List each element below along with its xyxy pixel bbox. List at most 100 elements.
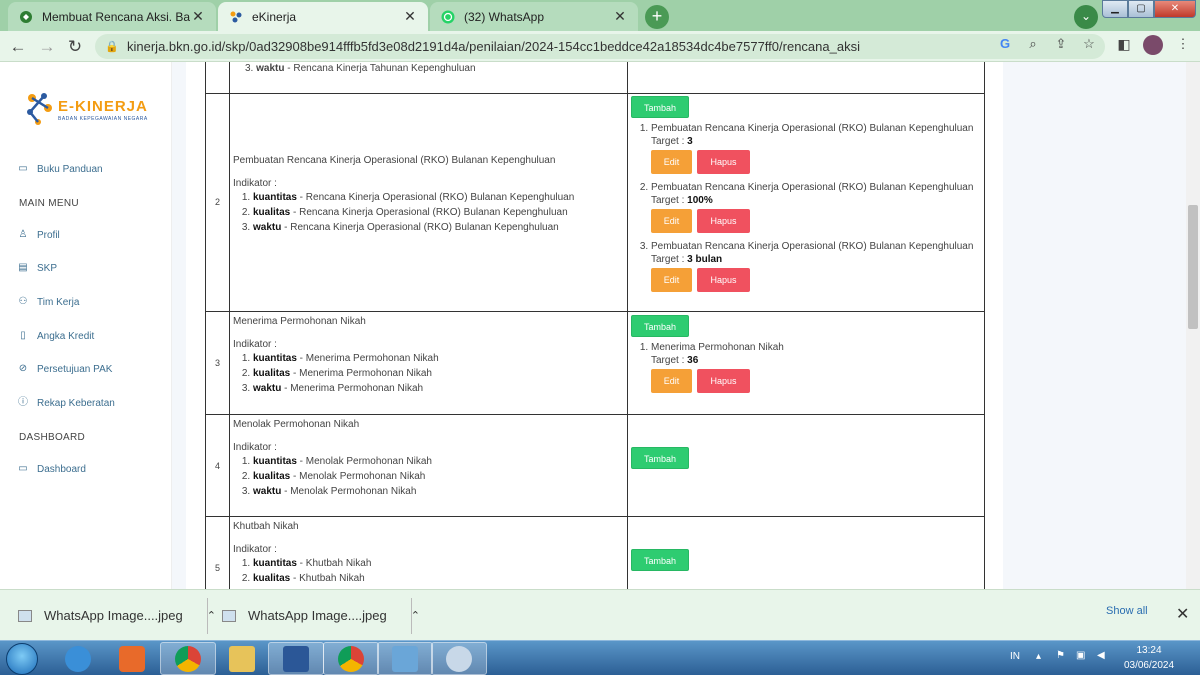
start-button[interactable] (6, 643, 38, 675)
download-item[interactable]: WhatsApp Image....jpeg ⌃ (18, 590, 216, 641)
ekinerja-icon (228, 9, 244, 25)
ie-taskbar-button[interactable] (50, 642, 106, 675)
chrome2-taskbar-button[interactable] (323, 642, 379, 675)
sidebar-item-buku-panduan[interactable]: ▭ Buku Panduan (16, 162, 102, 176)
aksi-text: Menerima Permohonan Nikah (651, 342, 784, 353)
tambah-button[interactable]: Tambah (631, 549, 690, 571)
rencana-kinerja-cell: Khutbah Nikah Indikator : kuantitas - Kh… (230, 517, 628, 589)
hapus-button[interactable]: Hapus (697, 209, 750, 233)
indicator-keyword: kualitas (253, 573, 291, 584)
tab-whatsapp[interactable]: (32) WhatsApp ✕ (430, 2, 638, 31)
list-item: kuantitas - Rencana Kinerja Operasional … (253, 190, 624, 205)
word-taskbar-button[interactable] (268, 642, 324, 675)
language-indicator[interactable]: IN (1010, 651, 1020, 662)
list-item: kualitas - Rencana Kinerja Operasional (… (253, 205, 624, 220)
sidebar-item-angka-kredit[interactable]: ▯ Angka Kredit (16, 329, 94, 343)
hapus-button[interactable]: Hapus (697, 150, 750, 174)
hapus-button[interactable]: Hapus (697, 268, 750, 292)
close-icon[interactable]: ✕ (402, 8, 418, 25)
close-icon[interactable]: ✕ (612, 8, 628, 25)
volume-icon[interactable]: ◀ (1097, 650, 1105, 661)
edit-button[interactable]: Edit (651, 209, 692, 233)
side-panel-icon[interactable]: ◧ (1115, 35, 1133, 53)
sidebar-item-skp[interactable]: ▤ SKP (16, 261, 57, 275)
edit-button[interactable]: Edit (651, 150, 692, 174)
list-number: 3. (245, 63, 254, 74)
chrome-taskbar-button[interactable] (160, 642, 216, 675)
tab-ekinerja[interactable]: eKinerja ✕ (218, 2, 428, 31)
sidebar-item-rekap-keberatan[interactable]: ⓘ Rekap Keberatan (16, 396, 115, 410)
network-icon[interactable]: ▣ (1076, 650, 1085, 661)
indicator-text: - Khutbah Nikah (296, 558, 372, 569)
chevron-up-icon[interactable]: ⌃ (411, 609, 420, 622)
list-item: waktu - Rencana Kinerja Operasional (RKO… (253, 220, 624, 235)
sidebar-item-persetujuan-pak[interactable]: ⊘ Persetujuan PAK (16, 362, 113, 376)
close-icon[interactable]: ✕ (1176, 604, 1189, 624)
tab-label: eKinerja (252, 9, 297, 24)
sidebar-item-dashboard[interactable]: ▭ Dashboard (16, 462, 86, 476)
list-item: waktu - Menolak Permohonan Nikah (253, 484, 624, 499)
flag-icon[interactable]: ⚑ (1056, 650, 1065, 661)
address-bar[interactable]: 🔒 kinerja.bkn.go.id/skp/0ad32908be914fff… (95, 34, 1105, 59)
menu-icon[interactable]: ⋮ (1174, 35, 1192, 53)
close-window-button[interactable]: ✕ (1154, 0, 1196, 18)
sidebar-item-tim-kerja[interactable]: ⚇ Tim Kerja (16, 295, 80, 309)
aksi-text: Pembuatan Rencana Kinerja Operasional (R… (651, 241, 974, 252)
bookmark-star-icon[interactable]: ☆ (1080, 35, 1098, 53)
tab-membuat-rencana[interactable]: Membuat Rencana Aksi. Bagian I ✕ (8, 2, 216, 31)
tambah-button[interactable]: Tambah (631, 96, 690, 118)
page-scrollbar[interactable] (1186, 62, 1200, 589)
photo-viewer-icon (392, 645, 418, 672)
hapus-button[interactable]: Hapus (697, 369, 750, 393)
indicator-text: - Menerima Permohonan Nikah (296, 353, 439, 364)
row-number: 3 (206, 312, 230, 414)
new-tab-button[interactable]: + (645, 5, 669, 29)
media-taskbar-button[interactable] (104, 642, 160, 675)
forward-icon[interactable]: → (36, 36, 58, 58)
tray-expand-icon[interactable]: ▴ (1036, 651, 1041, 662)
media-player-icon (119, 645, 145, 672)
image-file-icon (18, 609, 32, 622)
indikator-block: Indikator : kuantitas - Menolak Permohon… (233, 442, 624, 499)
edit-button[interactable]: Edit (651, 369, 692, 393)
target-label: Target : (651, 355, 685, 366)
rencana-kinerja-cell: 3. waktu - Rencana Kinerja Tahunan Kepen… (230, 62, 628, 93)
tambah-button[interactable]: Tambah (631, 315, 690, 337)
clock[interactable]: 13:24 03/06/2024 (1118, 643, 1180, 673)
close-icon[interactable]: ✕ (190, 8, 206, 25)
ekinerja-logo[interactable]: E-KINERJA BADAN KEPEGAWAIAN NEGARA (22, 90, 162, 134)
list-item: Menerima Permohonan Nikah Target : 36 Edit… (651, 341, 982, 393)
table-row: 3 Menerima Permohonan Nikah Indikator : … (205, 312, 985, 415)
target-label: Target : (651, 195, 685, 206)
download-item[interactable]: WhatsApp Image....jpeg ⌃ (222, 590, 420, 641)
download-filename: WhatsApp Image....jpeg (44, 608, 183, 623)
tab-search-icon[interactable]: ⌄ (1074, 5, 1098, 29)
edit-button[interactable]: Edit (651, 268, 692, 292)
zoom-icon[interactable]: ⌕ (1024, 35, 1042, 53)
reload-icon[interactable]: ↻ (64, 36, 86, 58)
chevron-up-icon[interactable]: ⌃ (207, 609, 216, 622)
show-all-button[interactable]: Show all (1106, 605, 1148, 617)
indicator-keyword: kualitas (253, 471, 291, 482)
rencana-aksi-table: 3. waktu - Rencana Kinerja Tahunan Kepen… (186, 62, 1003, 589)
list-item: Pembuatan Rencana Kinerja Operasional (R… (651, 181, 982, 233)
share-icon[interactable]: ⇪ (1052, 35, 1070, 53)
file-icon: ▯ (20, 330, 26, 341)
explorer-taskbar-button[interactable] (214, 642, 270, 675)
back-icon[interactable]: ← (7, 36, 29, 58)
sidebar-item-profil[interactable]: ♙ Profil (16, 228, 60, 242)
google-icon[interactable]: G (996, 35, 1014, 53)
divider (207, 598, 208, 634)
table-row: 2 Pembuatan Rencana Kinerja Operasional … (205, 93, 985, 312)
ekin-icon (18, 9, 34, 25)
list-item: waktu - Menerima Permohonan Nikah (253, 381, 624, 396)
paint-taskbar-button[interactable] (431, 642, 487, 675)
avatar[interactable] (1143, 35, 1163, 55)
rencana-aksi-cell: Tambah (628, 517, 985, 589)
scrollbar-thumb[interactable] (1188, 205, 1198, 329)
minimize-button[interactable]: ▁ (1102, 0, 1128, 18)
viewer-taskbar-button[interactable] (377, 642, 433, 675)
rencana-title: Khutbah Nikah (233, 521, 299, 532)
tambah-button[interactable]: Tambah (631, 447, 690, 469)
maximize-button[interactable]: ▢ (1128, 0, 1154, 18)
